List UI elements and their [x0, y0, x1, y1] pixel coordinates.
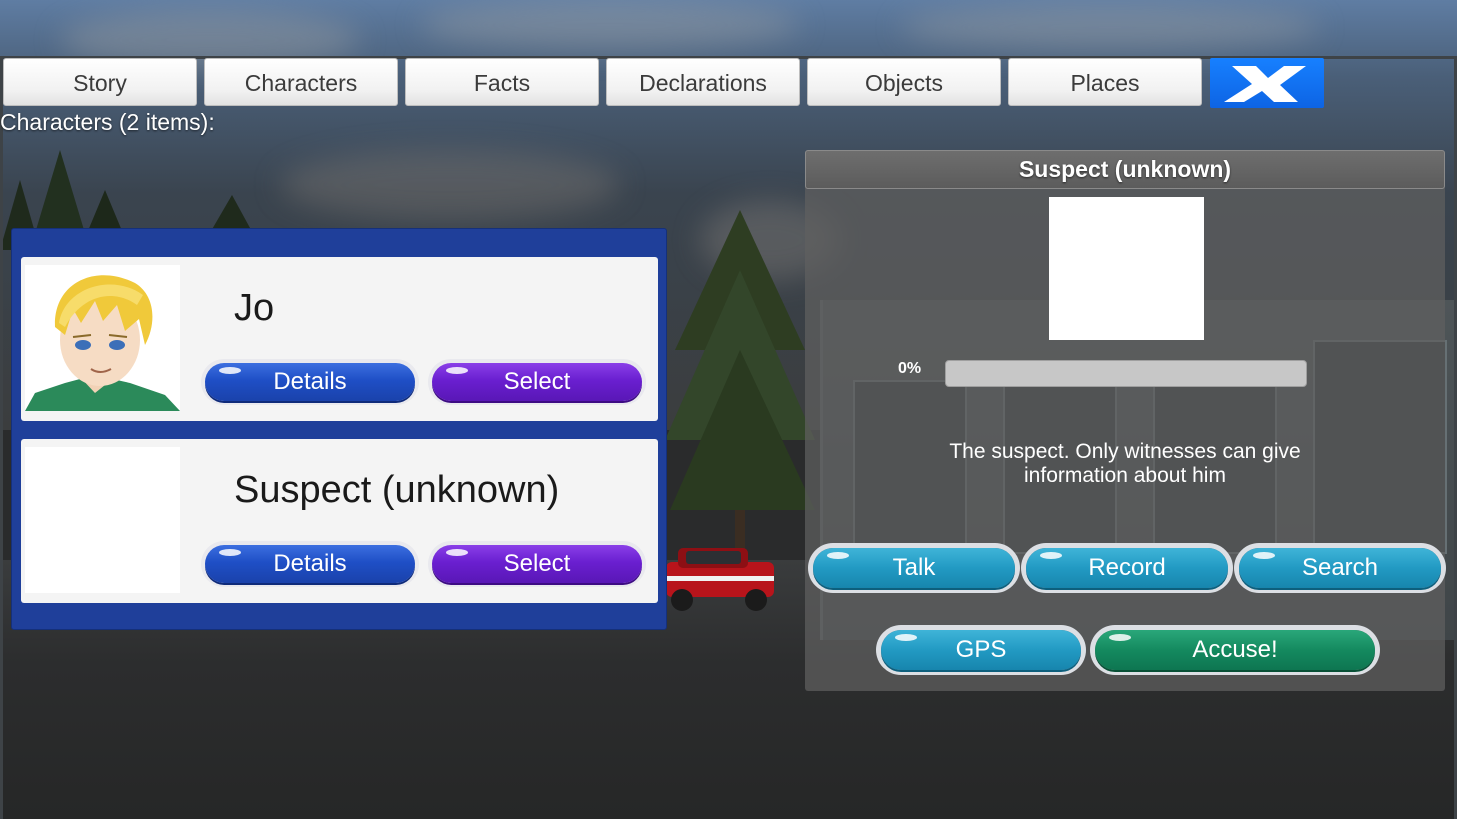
- search-button[interactable]: Search: [1239, 548, 1441, 588]
- progress-percent-label: 0%: [898, 360, 922, 377]
- button-shine: [1040, 552, 1062, 559]
- character-portrait-jo: [25, 265, 180, 411]
- tab-objects[interactable]: Objects: [807, 58, 1001, 106]
- characters-count-heading: Characters (2 items):: [0, 109, 215, 135]
- button-shine: [219, 367, 241, 374]
- details-button-label: Details: [273, 550, 347, 577]
- details-button[interactable]: Details: [205, 363, 415, 401]
- button-shine: [446, 367, 468, 374]
- select-button-label: Select: [503, 550, 571, 577]
- tree-large: [665, 210, 815, 570]
- character-portrait-suspect: [25, 447, 180, 593]
- character-name: Jo: [234, 287, 275, 329]
- tab-characters[interactable]: Characters: [204, 58, 398, 106]
- tab-story[interactable]: Story: [3, 58, 197, 106]
- search-button-label: Search: [1301, 554, 1379, 581]
- tab-declarations[interactable]: Declarations: [606, 58, 800, 106]
- accuse-button[interactable]: Accuse!: [1095, 630, 1375, 670]
- frame-border: [0, 56, 3, 819]
- gps-button[interactable]: GPS: [881, 630, 1081, 670]
- button-shine: [446, 549, 468, 556]
- select-button[interactable]: Select: [432, 363, 642, 401]
- detail-portrait: [1049, 197, 1204, 340]
- record-button-label: Record: [1088, 554, 1166, 581]
- button-shine: [219, 549, 241, 556]
- talk-button[interactable]: Talk: [813, 548, 1015, 588]
- cloud: [900, 5, 1320, 50]
- button-shine: [895, 634, 917, 641]
- progress-bar: [945, 360, 1307, 387]
- red-car: [666, 548, 774, 611]
- accuse-button-label: Accuse!: [1192, 636, 1278, 663]
- detail-title: Suspect (unknown): [805, 150, 1445, 189]
- character-card-suspect: Suspect (unknown) Details Select: [21, 439, 658, 603]
- character-list-panel: Jo Details Select Suspect (unknown) Deta…: [11, 228, 667, 630]
- button-shine: [1253, 552, 1275, 559]
- select-button-label: Select: [503, 368, 571, 395]
- cloud: [280, 150, 620, 220]
- close-x-icon: [1224, 66, 1306, 102]
- talk-button-label: Talk: [892, 554, 936, 581]
- button-shine: [1109, 634, 1131, 641]
- button-shine: [827, 552, 849, 559]
- cloud: [420, 0, 800, 50]
- close-button[interactable]: [1210, 58, 1324, 108]
- blond-character-avatar-icon: [25, 265, 180, 411]
- tab-places[interactable]: Places: [1008, 58, 1202, 106]
- details-button[interactable]: Details: [205, 545, 415, 583]
- record-button[interactable]: Record: [1026, 548, 1228, 588]
- details-button-label: Details: [273, 368, 347, 395]
- character-card-jo: Jo Details Select: [21, 257, 658, 421]
- gps-button-label: GPS: [955, 636, 1007, 663]
- character-detail-panel: Suspect (unknown) 0% The suspect. Only w…: [805, 150, 1445, 691]
- character-name: Suspect (unknown): [234, 469, 560, 511]
- character-description: The suspect. Only witnesses can give inf…: [949, 440, 1301, 487]
- select-button[interactable]: Select: [432, 545, 642, 583]
- tab-facts[interactable]: Facts: [405, 58, 599, 106]
